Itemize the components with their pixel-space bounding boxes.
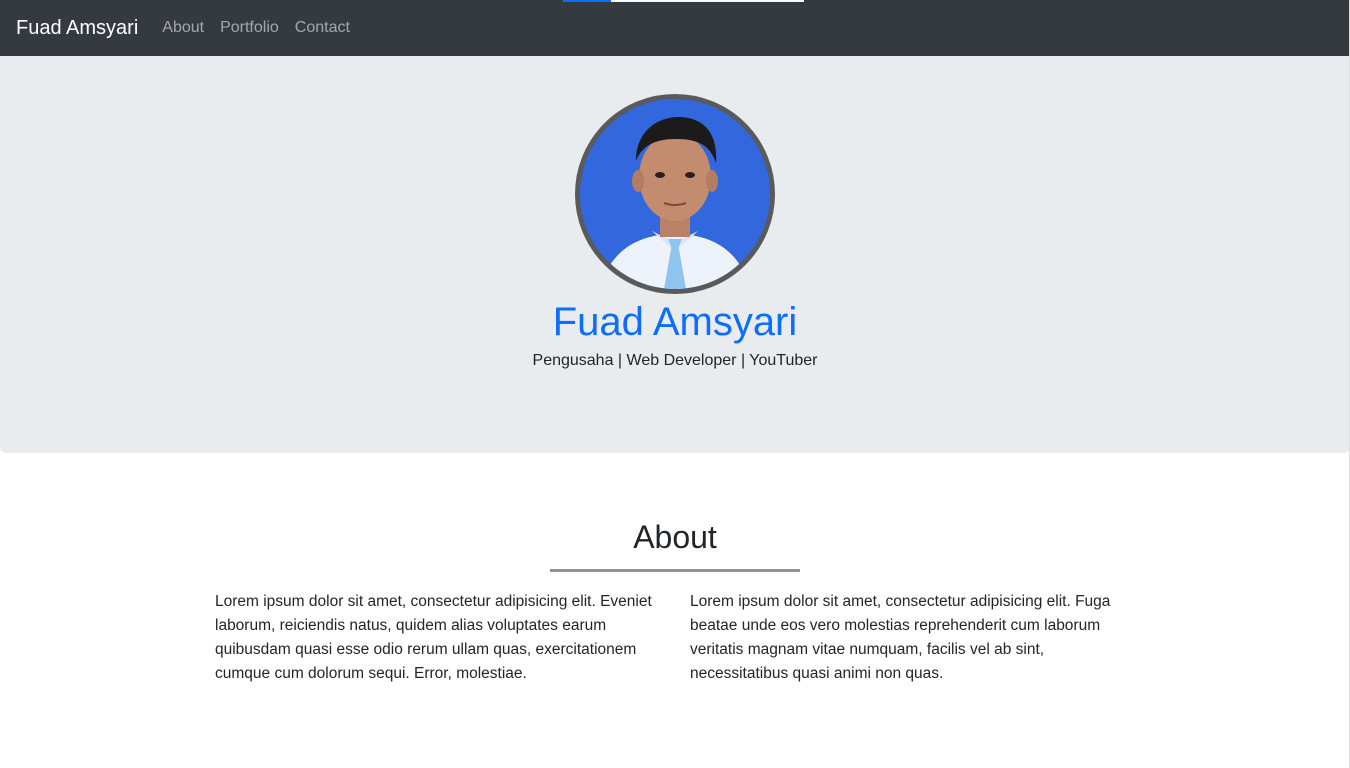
about-paragraph-left: Lorem ipsum dolor sit amet, consectetur … (215, 593, 652, 682)
navbar: Fuad Amsyari About Portfolio Contact (0, 0, 1350, 56)
profile-photo-icon (580, 99, 770, 289)
nav-link-portfolio[interactable]: Portfolio (220, 19, 279, 37)
hero-section: Fuad Amsyari Pengusaha | Web Developer |… (0, 56, 1350, 453)
nav-link-contact[interactable]: Contact (295, 19, 350, 37)
about-divider (550, 569, 800, 572)
brand-link[interactable]: Fuad Amsyari (16, 17, 138, 40)
about-title: About (633, 519, 717, 555)
about-paragraph-right: Lorem ipsum dolor sit amet, consectetur … (690, 593, 1111, 682)
avatar (575, 94, 775, 294)
nav-link-about[interactable]: About (162, 19, 204, 37)
hero-tagline: Pengusaha | Web Developer | YouTuber (532, 352, 818, 369)
hero-name: Fuad Amsyari (552, 300, 798, 344)
page-load-progress (563, 0, 804, 2)
